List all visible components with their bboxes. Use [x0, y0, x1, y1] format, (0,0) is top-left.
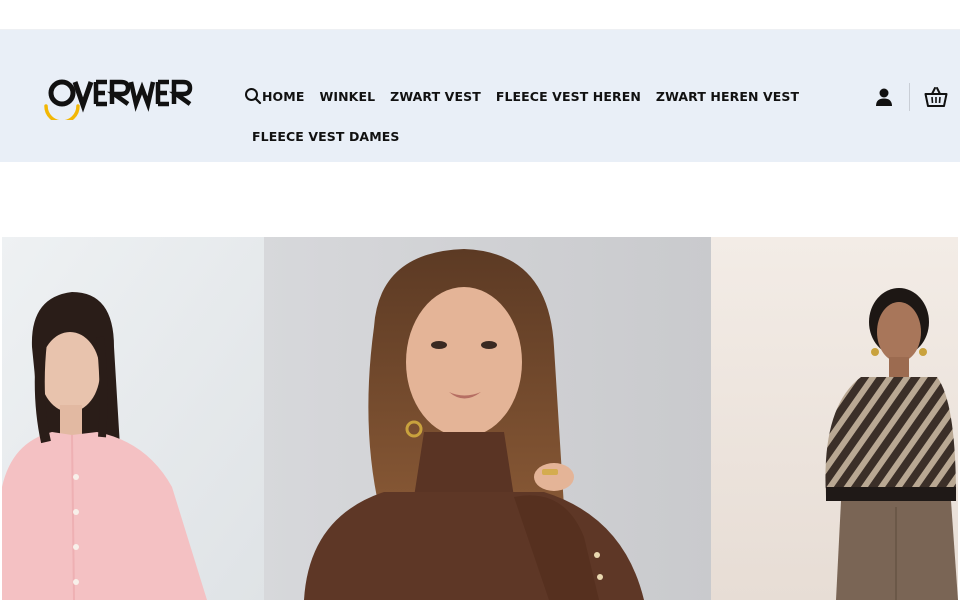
- nav-row-1: HOME WINKEL ZWART VEST FLEECE VEST HEREN…: [244, 76, 804, 116]
- hero-banner[interactable]: [2, 237, 958, 600]
- nav-item-zwart-heren-vest[interactable]: ZWART HEREN VEST: [656, 89, 799, 104]
- header-divider: [909, 83, 910, 111]
- main-navigation: HOME WINKEL ZWART VEST FLEECE VEST HEREN…: [244, 60, 804, 156]
- hero-image-striped-sweater[interactable]: [711, 237, 958, 600]
- user-icon[interactable]: [871, 84, 897, 110]
- overwer-logo: [44, 79, 193, 120]
- nav-item-home[interactable]: HOME: [262, 89, 304, 104]
- nav-item-zwart-vest[interactable]: ZWART VEST: [390, 89, 481, 104]
- top-bar: [0, 0, 960, 30]
- basket-icon[interactable]: [922, 83, 950, 111]
- site-logo[interactable]: [42, 76, 202, 120]
- nav-item-fleece-vest-heren[interactable]: FLEECE VEST HEREN: [496, 89, 641, 104]
- hero-image-pink-cardigan[interactable]: [2, 237, 264, 600]
- header-actions: [871, 82, 950, 112]
- site-header: HOME WINKEL ZWART VEST FLEECE VEST HEREN…: [0, 30, 960, 162]
- nav-item-fleece-vest-dames[interactable]: FLEECE VEST DAMES: [252, 129, 399, 144]
- nav-row-2: FLEECE VEST DAMES: [244, 116, 804, 156]
- search-icon[interactable]: [244, 82, 262, 110]
- hero-image-brown-turtleneck[interactable]: [264, 237, 711, 600]
- nav-item-winkel[interactable]: WINKEL: [319, 89, 375, 104]
